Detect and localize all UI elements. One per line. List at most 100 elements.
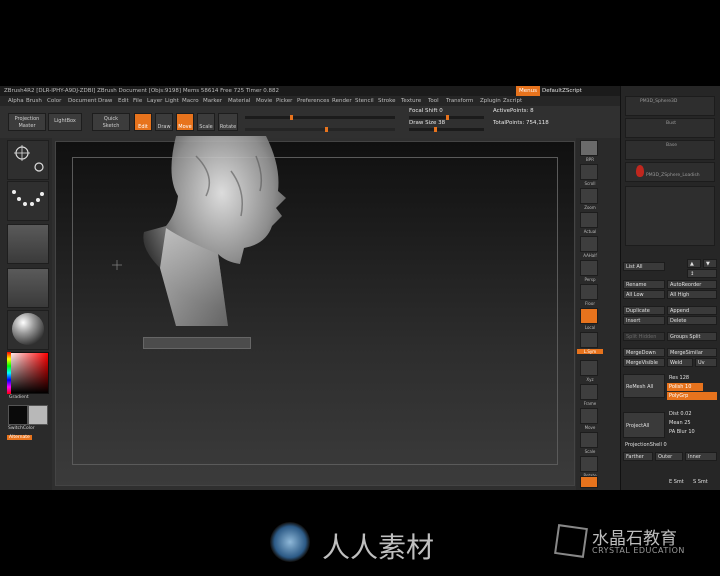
scroll-button[interactable] bbox=[580, 164, 598, 180]
arrow-swap-button[interactable]: ↕ bbox=[687, 269, 717, 278]
move-view-button[interactable] bbox=[580, 408, 598, 424]
groups-split-button[interactable]: Groups Split bbox=[667, 332, 717, 341]
uv-button[interactable]: Uv bbox=[695, 358, 717, 367]
farther-button[interactable]: Farther bbox=[623, 452, 653, 461]
polygrp-toggle[interactable]: PolyGrp bbox=[667, 392, 717, 400]
polish-slider[interactable]: Polish 10 bbox=[667, 383, 703, 391]
menu-zscript[interactable]: Zscript bbox=[503, 96, 522, 106]
stroke-selector[interactable] bbox=[7, 181, 49, 221]
weld-button[interactable]: Weld bbox=[667, 358, 693, 367]
append-button[interactable]: Append bbox=[667, 306, 717, 315]
menu-file[interactable]: File bbox=[133, 96, 142, 106]
menu-zplugin[interactable]: Zplugin bbox=[480, 96, 501, 106]
frame-button[interactable] bbox=[580, 384, 598, 400]
projectall-button[interactable]: ProjectAll bbox=[623, 412, 665, 438]
menu-light[interactable]: Light bbox=[165, 96, 179, 106]
subtool-item[interactable]: PM3D_ZSphere_Loadish bbox=[625, 162, 715, 182]
menu-edit[interactable]: Edit bbox=[118, 96, 129, 106]
menu-movie[interactable]: Movie bbox=[256, 96, 272, 106]
projection-master-button[interactable]: Projection Master bbox=[8, 113, 46, 131]
s-smt-slider[interactable]: S Smt bbox=[691, 478, 717, 486]
menu-tool[interactable]: Tool bbox=[428, 96, 439, 106]
scale-button[interactable]: Scale bbox=[197, 113, 215, 131]
z-intensity-slider[interactable] bbox=[245, 127, 395, 132]
menu-alpha[interactable]: Alpha bbox=[8, 96, 24, 106]
alternate-button[interactable]: Alternate bbox=[7, 435, 32, 440]
floor-button[interactable] bbox=[580, 284, 598, 300]
secondary-color-swatch[interactable] bbox=[28, 405, 48, 425]
menu-material[interactable]: Material bbox=[228, 96, 250, 106]
projection-shell-slider[interactable]: ProjectionShell 0 bbox=[623, 441, 693, 449]
menu-macro[interactable]: Macro bbox=[182, 96, 199, 106]
lightbox-button[interactable]: LightBox bbox=[48, 113, 82, 131]
subtool-item[interactable]: Bust bbox=[625, 118, 715, 138]
all-high-button[interactable]: All High bbox=[667, 290, 717, 299]
draw-size-slider[interactable] bbox=[409, 127, 484, 132]
menu-picker[interactable]: Picker bbox=[276, 96, 292, 106]
outer-button[interactable]: Outer bbox=[655, 452, 683, 461]
e-smt-slider[interactable]: E Smt bbox=[667, 478, 689, 486]
menu-transform[interactable]: Transform bbox=[446, 96, 473, 106]
menus-button[interactable]: Menus bbox=[516, 86, 540, 96]
lsym-button[interactable] bbox=[580, 332, 598, 348]
main-color-swatch[interactable] bbox=[8, 405, 28, 425]
remesh-all-button[interactable]: ReMesh All bbox=[623, 374, 665, 398]
menu-color[interactable]: Color bbox=[47, 96, 61, 106]
persp-button[interactable] bbox=[580, 260, 598, 276]
res-slider[interactable]: Res 128 bbox=[667, 374, 717, 382]
menu-stroke[interactable]: Stroke bbox=[378, 96, 396, 106]
menu-render[interactable]: Render bbox=[332, 96, 352, 106]
rotate-button[interactable]: Rotate bbox=[218, 113, 238, 131]
gradient-label[interactable]: Gradient bbox=[9, 395, 29, 400]
rotate-view-button[interactable] bbox=[580, 456, 598, 472]
bust-pedestal[interactable] bbox=[143, 337, 251, 349]
alpha-selector[interactable] bbox=[7, 224, 49, 264]
aahalf-button[interactable] bbox=[580, 236, 598, 252]
brush-selector[interactable] bbox=[7, 140, 49, 180]
document-canvas[interactable] bbox=[55, 136, 575, 486]
dist-slider[interactable]: Dist 0.02 bbox=[667, 410, 717, 418]
texture-selector[interactable] bbox=[7, 268, 49, 308]
menu-texture[interactable]: Texture bbox=[401, 96, 421, 106]
duplicate-button[interactable]: Duplicate bbox=[623, 306, 665, 315]
menu-draw[interactable]: Draw bbox=[98, 96, 112, 106]
menu-stencil[interactable]: Stencil bbox=[355, 96, 374, 106]
split-hidden-button[interactable]: Split Hidden bbox=[623, 332, 665, 341]
subtool-item[interactable]: Base bbox=[625, 140, 715, 160]
bust-model[interactable] bbox=[136, 136, 286, 351]
zoom-button[interactable] bbox=[580, 188, 598, 204]
mean-slider[interactable]: Mean 25 bbox=[667, 419, 717, 427]
focal-shift-slider[interactable] bbox=[409, 115, 484, 120]
arrow-up-button[interactable]: ▲ bbox=[687, 259, 701, 268]
all-low-button[interactable]: All Low bbox=[623, 290, 665, 299]
switchcolor-button[interactable]: SwitchColor bbox=[8, 426, 35, 431]
pa-blur-slider[interactable]: PA Blur 10 bbox=[667, 428, 717, 436]
move-button[interactable]: Move bbox=[176, 113, 194, 131]
actual-button[interactable] bbox=[580, 212, 598, 228]
local-button[interactable] bbox=[580, 308, 598, 324]
autoreorder-button[interactable]: AutoReorder bbox=[667, 280, 717, 289]
script-name[interactable]: DefaultZScript bbox=[542, 86, 582, 96]
menu-layer[interactable]: Layer bbox=[147, 96, 162, 106]
mergedown-button[interactable]: MergeDown bbox=[623, 348, 665, 357]
delete-button[interactable]: Delete bbox=[667, 316, 717, 325]
scale-view-button[interactable] bbox=[580, 432, 598, 448]
draw-button[interactable]: Draw bbox=[155, 113, 173, 131]
menu-document[interactable]: Document bbox=[68, 96, 97, 106]
subtool-item[interactable]: PM3D_Sphere3D bbox=[625, 96, 715, 116]
mergesimilar-button[interactable]: MergeSimilar bbox=[667, 348, 717, 357]
menu-brush[interactable]: Brush bbox=[26, 96, 42, 106]
insert-button[interactable]: Insert bbox=[623, 316, 665, 325]
rename-button[interactable]: Rename bbox=[623, 280, 665, 289]
color-picker[interactable] bbox=[7, 352, 49, 394]
inner-button[interactable]: Inner bbox=[685, 452, 717, 461]
rgb-intensity-slider[interactable] bbox=[245, 115, 395, 120]
mergevisible-button[interactable]: MergeVisible bbox=[623, 358, 665, 367]
menu-marker[interactable]: Marker bbox=[203, 96, 222, 106]
quick-sketch-button[interactable]: Quick Sketch bbox=[92, 113, 130, 131]
bpr-button[interactable] bbox=[580, 140, 598, 156]
xyz-button[interactable] bbox=[580, 360, 598, 376]
edit-button[interactable]: Edit bbox=[134, 113, 152, 131]
material-selector[interactable] bbox=[7, 310, 49, 350]
menu-preferences[interactable]: Preferences bbox=[297, 96, 329, 106]
